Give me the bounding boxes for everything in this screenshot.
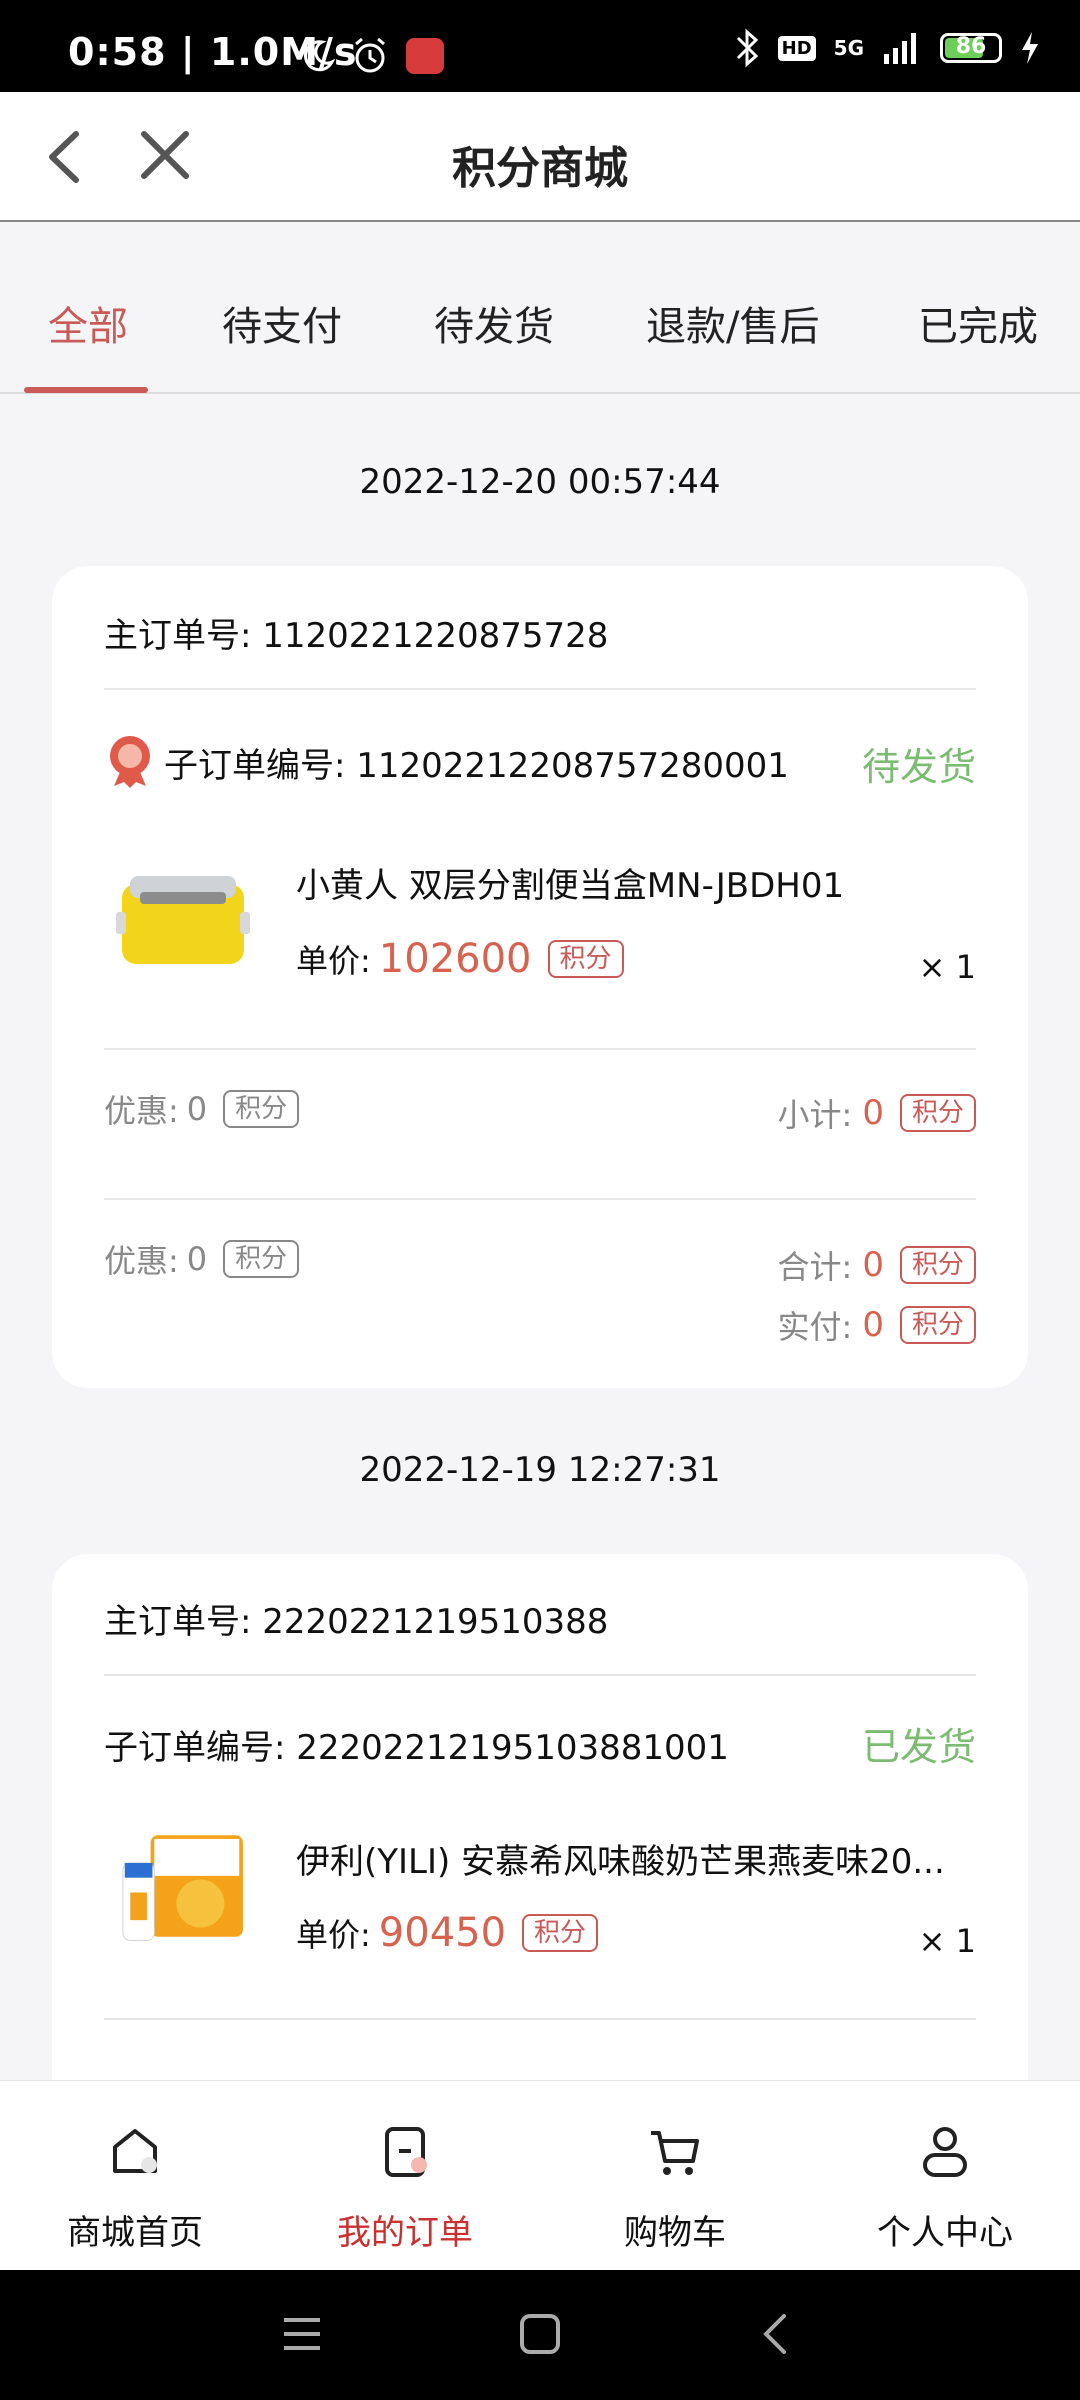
discount-value: 0 bbox=[186, 1090, 208, 1128]
nav-label: 个人中心 bbox=[877, 2213, 1013, 2253]
home-icon bbox=[113, 2129, 157, 2173]
bottom-nav: 商城首页 我的订单 购物车 个人中心 bbox=[0, 2080, 1080, 2271]
unit-price-label: 单价: bbox=[296, 1916, 371, 1954]
points-badge: 积分 bbox=[223, 1240, 300, 1278]
alarm-icon bbox=[355, 37, 385, 73]
subtotal-label: 小计: bbox=[777, 1096, 853, 1134]
order-card[interactable]: 主订单号: 1120221220875728 子订单编号: 1120221220… bbox=[52, 566, 1028, 1388]
medal-icon bbox=[110, 736, 150, 788]
menu-icon[interactable] bbox=[280, 2314, 324, 2354]
total-line: 合计: 0 积分 bbox=[778, 1242, 976, 1288]
app-header: 积分商城 bbox=[0, 92, 1080, 222]
main-order-number: 主订单号: 2220221219510388 bbox=[104, 1602, 609, 1642]
discount-label: 优惠: bbox=[104, 1092, 179, 1130]
order-status: 已发货 bbox=[861, 1725, 976, 1769]
price-line: 单价: 90450 积分 bbox=[296, 1910, 599, 1956]
nav-label: 购物车 bbox=[624, 2213, 726, 2253]
nav-label: 商城首页 bbox=[67, 2213, 203, 2253]
tab-pending-shipment[interactable]: 待发货 bbox=[434, 294, 554, 352]
order-card[interactable]: 主订单号: 2220221219510388 子订单编号: 2220221219… bbox=[52, 1554, 1028, 2114]
tab-all[interactable]: 全部 bbox=[48, 294, 128, 352]
subtotal-line: 小计: 0 积分 bbox=[778, 1090, 976, 1136]
back-button-icon[interactable] bbox=[760, 2312, 792, 2356]
status-bar: 0:58 | 1.0M/s HD 5G 86 bbox=[0, 0, 1080, 92]
divider bbox=[104, 1674, 976, 1676]
status-right: HD 5G 86 bbox=[734, 28, 1040, 68]
user-icon bbox=[923, 2127, 967, 2177]
product-name[interactable]: 伊利(YILI) 安慕希风味酸奶芒果燕麦味20... bbox=[296, 1834, 976, 1883]
paid-line: 实付: 0 积分 bbox=[778, 1302, 976, 1348]
paid-label: 实付: bbox=[777, 1308, 853, 1346]
bluetooth-icon bbox=[736, 28, 758, 68]
nav-profile[interactable]: 个人中心 bbox=[810, 2121, 1080, 2254]
orders-icon bbox=[385, 2127, 427, 2177]
order-date: 2022-12-20 00:57:44 bbox=[359, 462, 721, 502]
main-order-number: 主订单号: 1120221220875728 bbox=[104, 616, 609, 656]
sub-order-number: 子订单编号: 22202212195103881001 bbox=[104, 1728, 729, 1768]
discount-line: 优惠: 0 积分 bbox=[104, 1236, 300, 1282]
points-badge: 积分 bbox=[899, 1094, 976, 1132]
points-badge: 积分 bbox=[899, 1306, 976, 1344]
points-badge: 积分 bbox=[223, 1090, 300, 1128]
product-image[interactable] bbox=[112, 862, 252, 982]
nav-mall-home[interactable]: 商城首页 bbox=[0, 2121, 270, 2254]
tab-completed[interactable]: 已完成 bbox=[918, 294, 1038, 352]
product-image[interactable] bbox=[112, 1826, 252, 1946]
divider bbox=[104, 1198, 976, 1200]
sub-order-number: 子订单编号: 11202212208757280001 bbox=[164, 746, 789, 786]
quantity: × 1 bbox=[918, 1922, 976, 1960]
nav-cart[interactable]: 购物车 bbox=[540, 2121, 810, 2254]
discount-label: 优惠: bbox=[104, 1242, 179, 1280]
quantity: × 1 bbox=[918, 948, 976, 986]
paid-value: 0 bbox=[862, 1305, 884, 1345]
total-value: 0 bbox=[862, 1245, 884, 1285]
price-line: 单价: 102600 积分 bbox=[296, 936, 624, 982]
battery-icon: 86 bbox=[940, 33, 1002, 63]
tab-refund-aftersale[interactable]: 退款/售后 bbox=[646, 294, 819, 352]
hd-badge: HD bbox=[777, 35, 816, 61]
cart-icon bbox=[651, 2131, 699, 2175]
nav-my-orders[interactable]: 我的订单 bbox=[270, 2121, 540, 2254]
points-badge: 积分 bbox=[522, 1914, 599, 1952]
app-notification-icon bbox=[406, 38, 444, 74]
moon-icon bbox=[303, 40, 336, 72]
points-badge: 积分 bbox=[899, 1246, 976, 1284]
divider bbox=[104, 688, 976, 690]
system-nav-bar bbox=[0, 2270, 1080, 2400]
order-tabs: 全部 待支付 待发货 退款/售后 已完成 bbox=[0, 222, 1080, 394]
discount-line: 优惠: 0 积分 bbox=[104, 1086, 300, 1132]
divider bbox=[104, 2018, 976, 2020]
unit-price-value: 90450 bbox=[378, 1910, 507, 1956]
signal-icon bbox=[884, 33, 916, 64]
nav-label: 我的订单 bbox=[337, 2213, 473, 2253]
unit-price-label: 单价: bbox=[296, 942, 371, 980]
tab-pending-payment[interactable]: 待支付 bbox=[222, 294, 342, 352]
discount-value: 0 bbox=[186, 1240, 208, 1278]
network-label: 5G bbox=[833, 36, 864, 60]
product-name[interactable]: 小黄人 双层分割便当盒MN-JBDH01 bbox=[296, 858, 976, 907]
page-title: 积分商城 bbox=[452, 143, 628, 194]
order-status: 待发货 bbox=[861, 745, 976, 789]
order-date: 2022-12-19 12:27:31 bbox=[359, 1450, 721, 1490]
charging-icon bbox=[1022, 32, 1038, 64]
active-tab-indicator bbox=[24, 387, 148, 393]
subtotal-value: 0 bbox=[862, 1093, 884, 1133]
total-label: 合计: bbox=[777, 1248, 853, 1286]
points-badge: 积分 bbox=[547, 940, 624, 978]
divider bbox=[104, 1048, 976, 1050]
home-button-icon[interactable] bbox=[518, 2312, 562, 2356]
unit-price-value: 102600 bbox=[378, 936, 532, 982]
